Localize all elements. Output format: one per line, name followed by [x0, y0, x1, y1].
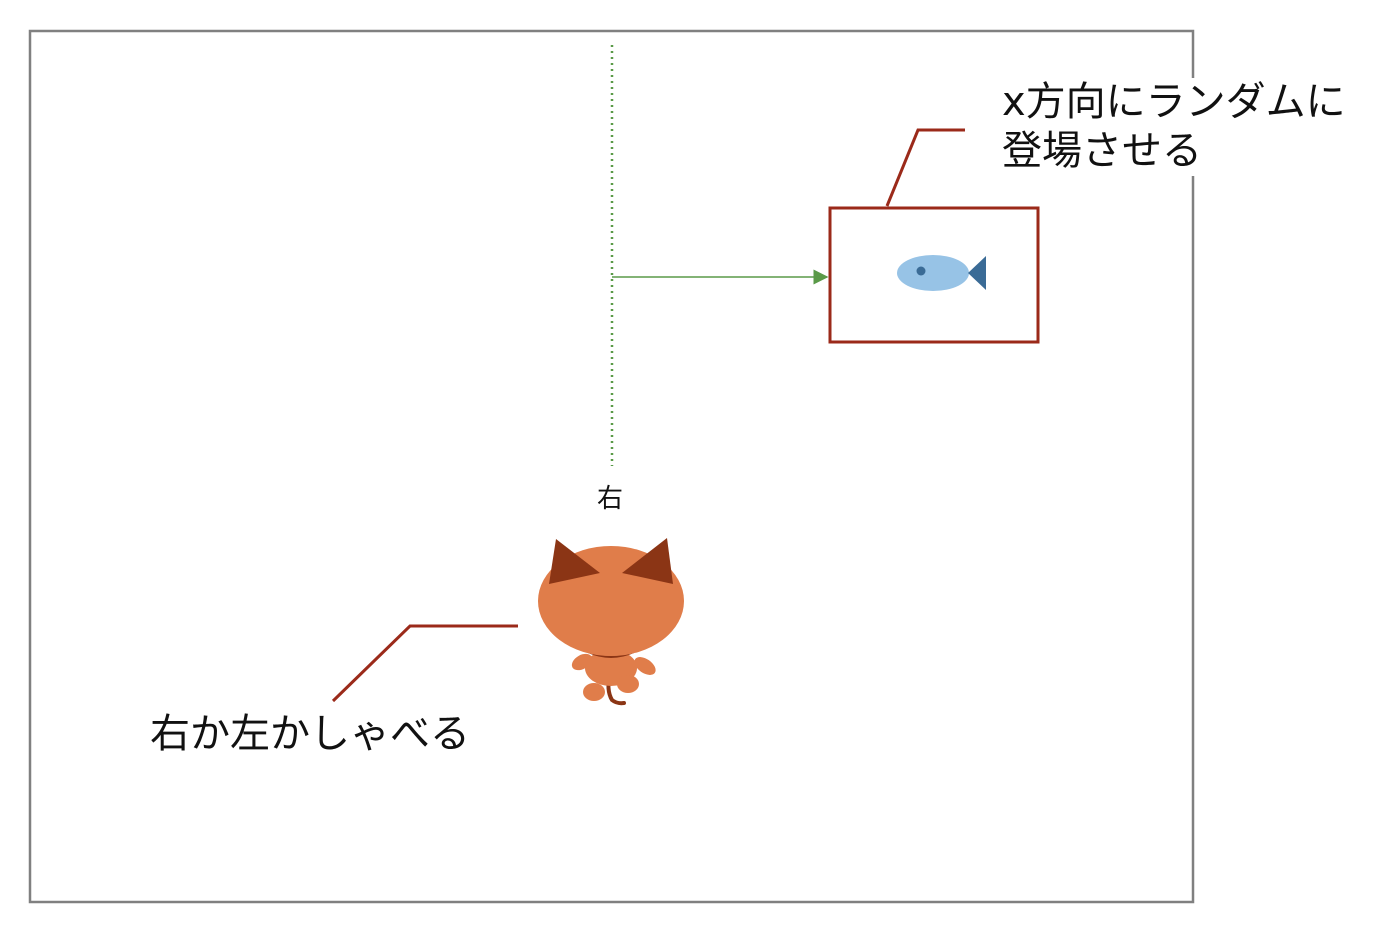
cat-sprite-icon	[538, 538, 684, 706]
cat-callout-label: 右か左かしゃべる	[150, 711, 470, 757]
cat-speech-text: 右	[597, 484, 624, 514]
cat-callout-line	[331, 624, 518, 703]
fish-callout-label: x方向にランダムに 登場させる	[998, 78, 1350, 176]
diagram-canvas: x方向にランダムに 登場させる 右か左かしゃべる 右	[0, 0, 1396, 926]
fish-sprite-icon	[897, 255, 986, 291]
fish-callout-line	[885, 128, 965, 207]
